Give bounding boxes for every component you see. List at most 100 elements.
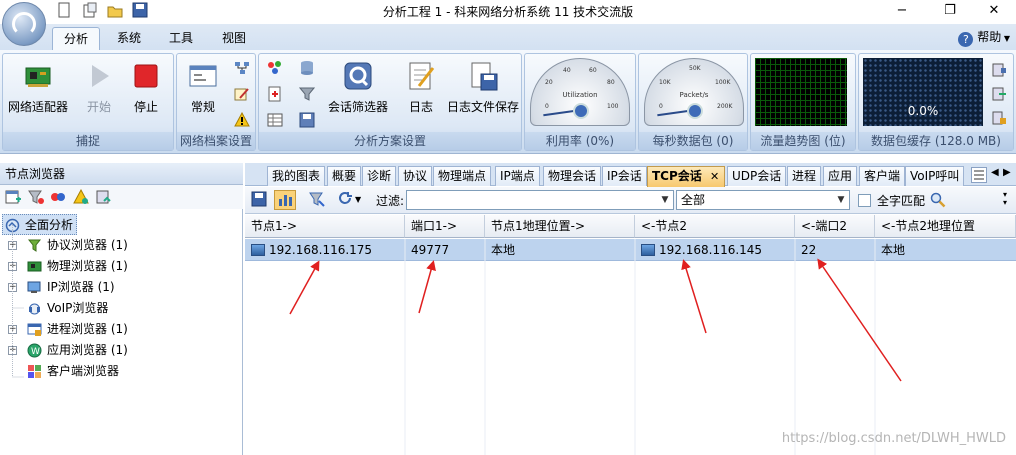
gauge-knob [573, 103, 589, 119]
help-icon: ? [958, 32, 974, 47]
tab-analysis[interactable]: 分析 [52, 27, 101, 50]
app-menu-button[interactable] [2, 2, 46, 46]
scope-select[interactable]: 全部 ▼ [676, 190, 850, 210]
tab-tools[interactable]: 工具 [158, 27, 204, 50]
tab-scroll-left-icon[interactable]: ◀ [991, 167, 999, 178]
tab-udp-sessions[interactable]: UDP会话 [727, 166, 787, 186]
tab-ip-sessions[interactable]: IP会话 [602, 166, 647, 186]
chart-view-toggle[interactable] [274, 190, 296, 210]
log-button[interactable]: 日志 [401, 60, 441, 115]
ribbon: 网络适配器 开始 停止 捕捉 常规 网络档案设置 会话筛选器 日志 日志文件保存… [0, 50, 1016, 154]
expand-icon[interactable]: + [8, 346, 17, 355]
buffer-export-icon[interactable] [991, 86, 1007, 102]
tab-application[interactable]: 应用 [823, 166, 858, 186]
disk-save-icon[interactable] [299, 112, 315, 128]
normal-settings-button[interactable]: 常规 [181, 60, 225, 115]
ip-icon [27, 280, 42, 295]
tab-process[interactable]: 进程 [787, 166, 822, 186]
filter-settings-icon[interactable] [309, 191, 325, 207]
export-icon[interactable] [95, 189, 111, 205]
filter-icon[interactable] [28, 189, 44, 205]
profile-group-title: 网络档案设置 [177, 132, 255, 150]
filter-dropdown-icon[interactable]: ▼ [658, 192, 672, 208]
session-filter-button[interactable]: 会话筛选器 [321, 60, 395, 115]
refresh-dropdown-icon[interactable]: ▼ [355, 195, 361, 204]
stop-icon [130, 60, 162, 92]
start-button[interactable]: 开始 [79, 60, 119, 115]
tree-item-ip[interactable]: + IP浏览器 (1) [0, 277, 243, 298]
close-button[interactable]: ✕ [972, 0, 1016, 24]
edit-profile-icon[interactable] [234, 86, 250, 102]
expand-icon[interactable]: + [8, 325, 17, 334]
warning-icon[interactable] [234, 111, 250, 128]
search-icon[interactable] [930, 192, 946, 208]
title-bar: 分析工程 1 - 科来网络分析系统 11 技术交流版 − ❐ ✕ [0, 0, 1016, 24]
node-group-icon[interactable] [50, 189, 66, 205]
filter-input[interactable]: ▼ [406, 190, 674, 210]
buffer-settings-icon[interactable] [991, 62, 1007, 78]
tab-physical-endpoints[interactable]: 物理端点 [433, 166, 492, 186]
tree-item-process[interactable]: + 进程浏览器 (1) [0, 319, 243, 340]
alert-node-icon[interactable] [73, 188, 89, 205]
expand-icon[interactable]: + [8, 241, 17, 250]
node-browser-title: 节点浏览器 [0, 163, 243, 185]
help-menu[interactable]: ? 帮助 ▼ [958, 27, 1010, 47]
log-icon [405, 60, 437, 92]
utilization-title: 利用率 (0%) [525, 132, 635, 150]
session-filter-icon [342, 60, 374, 92]
tab-client[interactable]: 客户端 [859, 166, 906, 186]
filter-icon[interactable] [298, 86, 316, 102]
tab-physical-sessions[interactable]: 物理会话 [543, 166, 602, 186]
tree-item-physical[interactable]: + 物理浏览器 (1) [0, 256, 243, 277]
tab-voip-calls[interactable]: VoIP呼叫 [905, 166, 965, 186]
analysis-icon [5, 218, 20, 233]
tab-tcp-sessions[interactable]: TCP会话 ✕ [647, 166, 725, 187]
log-file-save-icon [467, 60, 499, 92]
column-dividers [404, 239, 876, 455]
trend-title: 流量趋势图 (位) [751, 132, 855, 150]
close-tab-icon[interactable]: ✕ [710, 170, 719, 183]
database-icon[interactable] [299, 60, 315, 76]
add-view-icon[interactable] [5, 189, 21, 205]
tab-diagnosis[interactable]: 诊断 [362, 166, 397, 186]
scope-dropdown-icon[interactable]: ▼ [834, 192, 848, 208]
profile-group: 常规 网络档案设置 [176, 53, 256, 151]
tree-item-protocol[interactable]: + 协议浏览器 (1) [0, 235, 243, 256]
physical-icon [27, 259, 42, 274]
expand-icon[interactable]: + [8, 283, 17, 292]
tab-my-charts[interactable]: 我的图表 [267, 166, 326, 186]
ribbon-tabs: 分析 系统 工具 视图 ? 帮助 ▼ [0, 24, 1016, 50]
tab-system[interactable]: 系统 [106, 27, 152, 50]
stop-button[interactable]: 停止 [126, 60, 166, 115]
app-icon: W [27, 343, 42, 358]
network-adapter-button[interactable]: 网络适配器 [6, 60, 70, 115]
export-grid-icon[interactable] [251, 191, 267, 207]
restore-button[interactable]: ❐ [928, 0, 972, 24]
whole-word-checkbox[interactable] [858, 194, 871, 207]
tab-list-icon[interactable] [971, 167, 987, 183]
tree-item-client[interactable]: 客户端浏览器 [0, 361, 243, 382]
expand-icon[interactable]: + [8, 262, 17, 271]
toolbar-overflow-icon[interactable]: ▾ ▾ [1003, 191, 1007, 207]
refresh-icon[interactable] [337, 191, 353, 207]
buffer-percent: 0.0% [907, 104, 939, 118]
svg-text:W: W [31, 347, 40, 357]
tab-view[interactable]: 视图 [211, 27, 257, 50]
tab-protocol[interactable]: 协议 [398, 166, 433, 186]
tab-ip-endpoints[interactable]: IP端点 [495, 166, 540, 186]
tree-item-voip[interactable]: VoIP浏览器 [0, 298, 243, 319]
tree-item-overall[interactable]: 全面分析 [2, 214, 77, 235]
buffer-lock-icon[interactable] [991, 110, 1007, 126]
voip-icon [27, 301, 42, 316]
main-panel: 我的图表 概要 诊断 协议 物理端点 IP端点 物理会话 IP会话 TCP会话 … [245, 163, 1016, 455]
table-config-icon[interactable] [267, 112, 283, 128]
log-file-save-button[interactable]: 日志文件保存 [445, 60, 521, 115]
tab-scroll-right-icon[interactable]: ▶ [1003, 167, 1011, 178]
tab-summary[interactable]: 概要 [327, 166, 362, 186]
tree-item-application[interactable]: + W 应用浏览器 (1) [0, 340, 243, 361]
add-rule-icon[interactable] [267, 86, 283, 102]
colored-dots-icon[interactable] [267, 60, 283, 76]
capture-group: 网络适配器 开始 停止 捕捉 [2, 53, 174, 151]
minimize-button[interactable]: − [880, 0, 924, 24]
network-topology-icon[interactable] [234, 60, 250, 76]
